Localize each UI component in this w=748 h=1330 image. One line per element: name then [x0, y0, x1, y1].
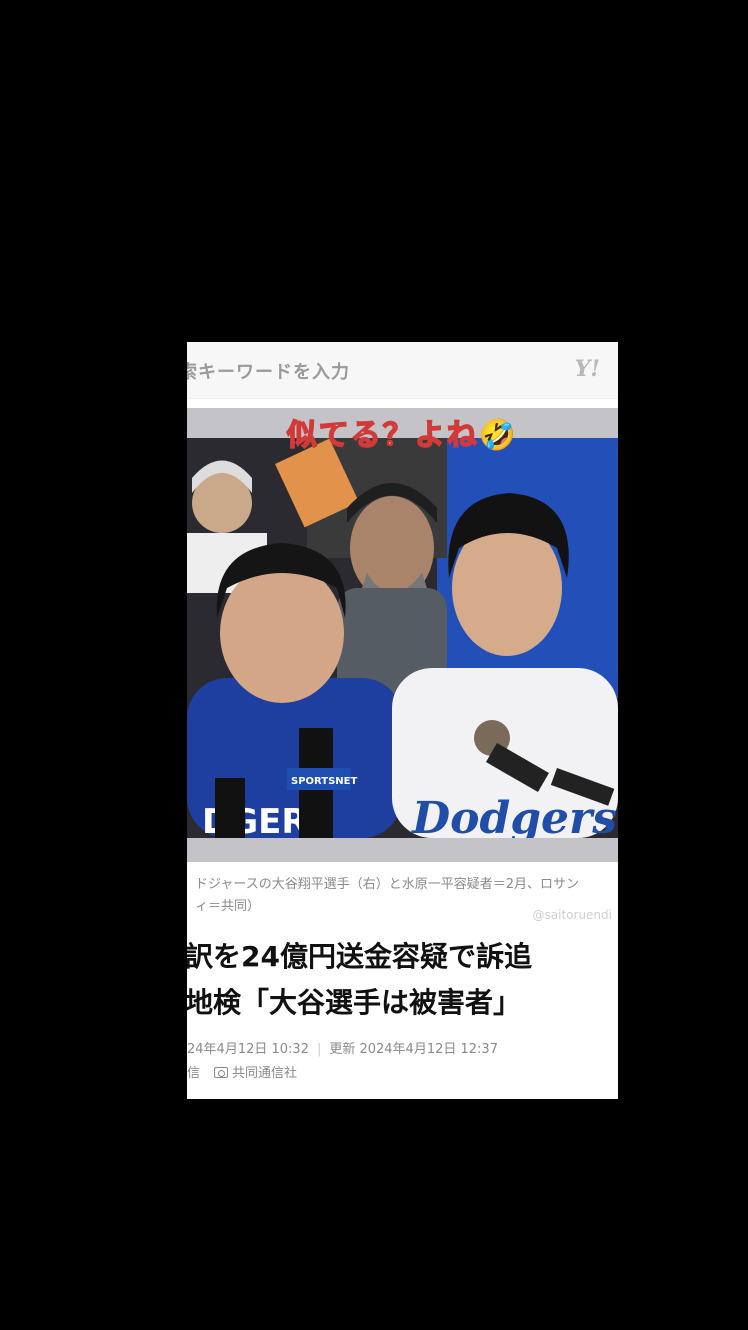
- source-link[interactable]: 共同通信社: [232, 1066, 297, 1081]
- search-bar[interactable]: 索キーワードを入力 Y!: [187, 342, 618, 399]
- yahoo-logo[interactable]: Y!: [575, 356, 600, 382]
- photo-illustration: DGERS Dodgers SPORTSNET: [187, 438, 618, 838]
- article-photo-frame: DGERS Dodgers SPORTSNET: [187, 408, 618, 862]
- search-input[interactable]: 索キーワードを入力: [187, 358, 350, 384]
- article-headline[interactable]: 訳を24億円送金容疑で訴追 地検「大谷選手は被害者」: [187, 934, 618, 1026]
- caption-line: ドジャースの大谷翔平選手（右）と水原一平容疑者＝2月、ロサン: [195, 877, 579, 892]
- camera-icon: [214, 1067, 229, 1078]
- article-source: 信 共同通信社: [187, 1062, 297, 1081]
- headline-line: 地検「大谷選手は被害者」: [187, 986, 522, 1019]
- overlay-caption: 似てる？よね🤣: [286, 417, 519, 454]
- article-dates: 24年4月12日 10:32 | 更新 2024年4月12日 12:37: [187, 1038, 498, 1057]
- tiktok-watermark: @saitoruendi: [532, 908, 612, 922]
- updated-date: 更新 2024年4月12日 12:37: [329, 1042, 498, 1057]
- mic-flag-text: SPORTSNET: [291, 776, 358, 787]
- meta-divider: |: [316, 1042, 322, 1057]
- published-date: 24年4月12日 10:32: [187, 1042, 309, 1057]
- article-card: 索キーワードを入力 Y! DGERS Dodgers SPORTSNET 似てる…: [187, 342, 618, 1099]
- category-label: 信: [187, 1066, 201, 1081]
- article-photo[interactable]: DGERS Dodgers SPORTSNET: [187, 438, 618, 838]
- jersey-text: Dodgers: [410, 793, 617, 838]
- headline-line: 訳を24億円送金容疑で訴追: [187, 940, 532, 973]
